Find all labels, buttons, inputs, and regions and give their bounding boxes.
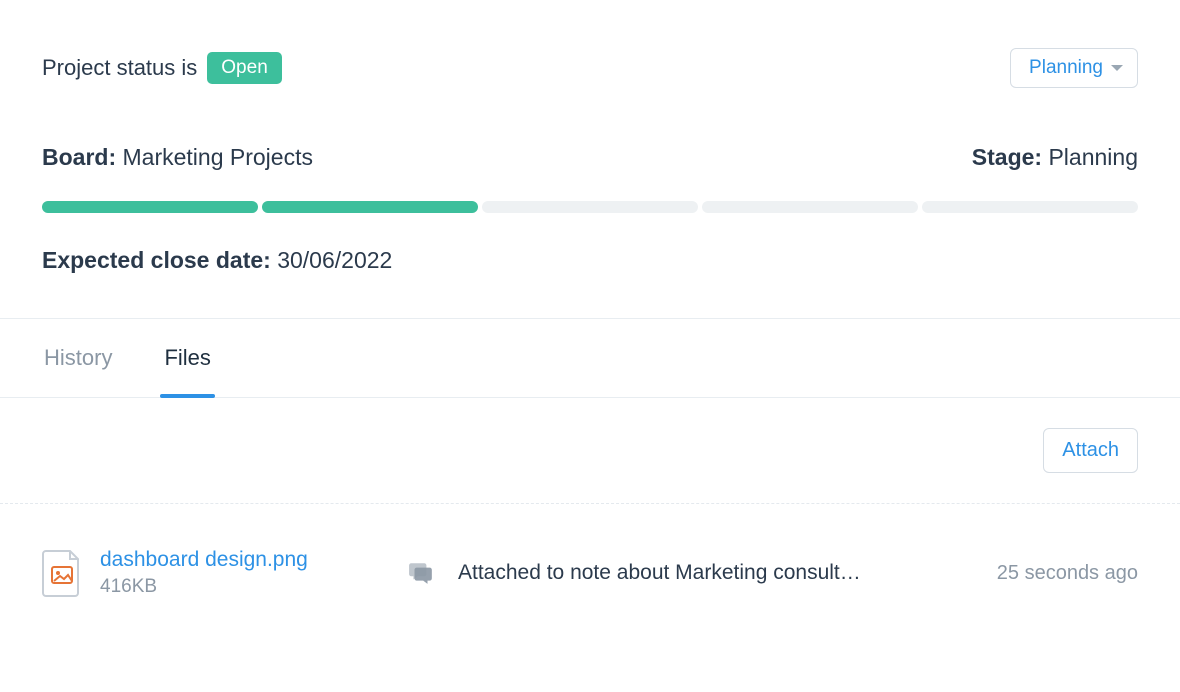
file-row: dashboard design.png 416KB Attached to n… — [0, 504, 1180, 618]
file-note: Attached to note about Marketing consult… — [458, 561, 959, 585]
progress-segment — [482, 201, 698, 213]
close-date-label: Expected close date: — [42, 247, 271, 273]
close-date-value: 30/06/2022 — [277, 247, 392, 273]
progress-segment — [42, 201, 258, 213]
stage-label: Stage: — [972, 144, 1042, 170]
progress-segment — [922, 201, 1138, 213]
progress-segment — [262, 201, 478, 213]
stage-dropdown-value: Planning — [1029, 57, 1103, 79]
chevron-down-icon — [1111, 65, 1123, 71]
close-date-field: Expected close date: 30/06/2022 — [42, 247, 1138, 318]
progress-bar — [42, 201, 1138, 213]
file-name-link[interactable]: dashboard design.png — [100, 548, 380, 572]
board-field: Board: Marketing Projects — [42, 144, 313, 171]
status-prefix: Project status is — [42, 55, 197, 81]
board-label: Board: — [42, 144, 116, 170]
file-size: 416KB — [100, 576, 380, 598]
file-time: 25 seconds ago — [997, 562, 1138, 585]
attach-button[interactable]: Attach — [1043, 428, 1138, 473]
stage-value: Planning — [1048, 144, 1138, 170]
status-badge: Open — [207, 52, 281, 84]
progress-segment — [702, 201, 918, 213]
board-value: Marketing Projects — [123, 144, 313, 170]
file-image-icon — [42, 549, 82, 597]
note-icon — [408, 560, 434, 586]
stage-dropdown[interactable]: Planning — [1010, 48, 1138, 88]
tab-files[interactable]: Files — [164, 319, 210, 397]
stage-field: Stage: Planning — [972, 144, 1138, 171]
tab-history[interactable]: History — [44, 319, 112, 397]
